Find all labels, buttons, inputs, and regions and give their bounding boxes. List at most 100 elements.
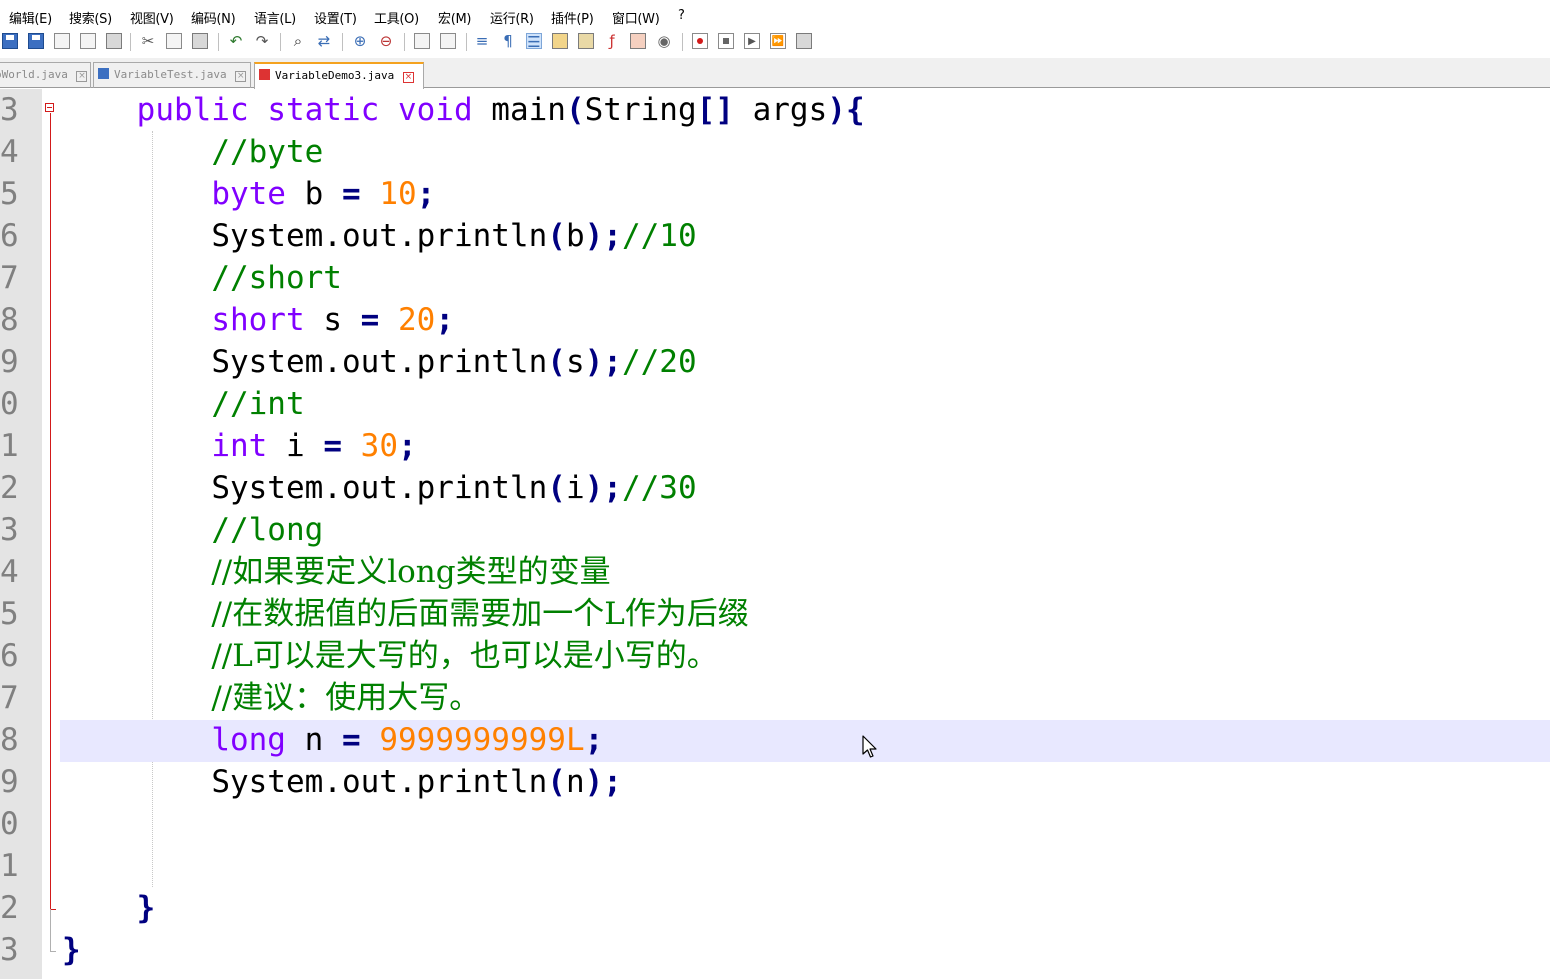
toolbar-separator: [280, 33, 281, 51]
operator: {: [845, 92, 865, 128]
run-macro-multiple-icon[interactable]: ⏩: [770, 33, 786, 49]
close-all-icon[interactable]: [80, 33, 96, 49]
operator: ;: [416, 176, 436, 212]
print-icon[interactable]: [106, 33, 122, 49]
menu-edit[interactable]: 编辑(E): [9, 8, 52, 27]
tab-helloworld[interactable]: oWorld.java ×: [0, 62, 91, 88]
line-number: 3: [0, 932, 19, 968]
code-line: //在数据值的后面需要加一个L作为后缀: [62, 593, 748, 635]
menu-window[interactable]: 窗口(W): [612, 8, 660, 27]
close-icon[interactable]: ×: [402, 72, 414, 83]
close-icon[interactable]: ×: [76, 71, 88, 82]
paste-icon[interactable]: [192, 33, 208, 49]
close-icon[interactable]: ×: [235, 71, 247, 82]
cut-icon[interactable]: ✂: [140, 33, 156, 49]
code-line: //int: [62, 383, 305, 425]
type-name: String: [584, 92, 697, 128]
sync-vertical-icon[interactable]: [414, 33, 430, 49]
closing-brace: }: [62, 932, 81, 968]
redo-icon[interactable]: ↷: [254, 33, 270, 49]
comment: //long: [211, 512, 324, 548]
comment: //short: [211, 260, 342, 296]
identifier: n: [565, 764, 585, 800]
code-line: //建议：使用大写。: [62, 677, 480, 719]
keyword: short: [211, 302, 305, 338]
save-macro-icon[interactable]: [796, 33, 812, 49]
tab-variabletest[interactable]: VariableTest.java ×: [93, 62, 251, 88]
menu-search[interactable]: 搜索(S): [69, 8, 112, 27]
save-icon[interactable]: [2, 33, 18, 49]
menu-tools[interactable]: 工具(O): [374, 8, 419, 27]
menu-encoding[interactable]: 编码(N): [191, 8, 236, 27]
fold-end-marker: [50, 951, 56, 952]
show-all-chars-icon[interactable]: ¶: [500, 33, 516, 49]
tab-bar: oWorld.java × VariableTest.java × Variab…: [0, 58, 1550, 89]
line-number: 3: [0, 512, 19, 548]
menu-run[interactable]: 运行(R): [490, 8, 534, 27]
code-line: }: [62, 887, 156, 929]
record-macro-icon[interactable]: [692, 33, 708, 49]
line-number: 1: [0, 848, 19, 884]
menu-help[interactable]: ?: [678, 8, 685, 23]
replace-icon[interactable]: ⇄: [316, 33, 332, 49]
line-number: 8: [0, 722, 19, 758]
line-number: 3: [0, 92, 19, 128]
mouse-pointer-icon: [862, 735, 877, 758]
line-number: 6: [0, 218, 19, 254]
operator: =: [323, 428, 342, 464]
operator: =: [341, 176, 361, 212]
code-editor[interactable]: 3 4 5 6 7 8 9 0 1 2 3 4 5 6 7 8 9 0 1 2 …: [0, 89, 1550, 979]
operator: (: [547, 764, 566, 800]
find-icon[interactable]: ⌕: [290, 33, 306, 49]
save-all-icon[interactable]: [28, 33, 44, 49]
operator: ): [584, 764, 604, 800]
code-line: int i = 30;: [62, 425, 416, 467]
indent-guide-icon[interactable]: ☰: [526, 33, 542, 50]
menu-macro[interactable]: 宏(M): [438, 8, 471, 27]
menu-settings[interactable]: 设置(T): [314, 8, 357, 27]
undo-icon[interactable]: ↶: [228, 33, 244, 49]
copy-icon[interactable]: [166, 33, 182, 49]
sync-horizontal-icon[interactable]: [440, 33, 456, 49]
menu-plugins[interactable]: 插件(P): [551, 8, 594, 27]
fold-line: [50, 909, 51, 951]
zoom-out-icon[interactable]: ⊖: [378, 33, 394, 49]
menu-language[interactable]: 语言(L): [254, 8, 296, 27]
line-number: 5: [0, 176, 19, 212]
menu-view[interactable]: 视图(V): [130, 8, 174, 27]
comment: //int: [211, 386, 305, 422]
code-line: short s = 20;: [62, 299, 454, 341]
line-number: 9: [0, 764, 19, 800]
operator: ): [584, 218, 604, 254]
operator: ;: [603, 344, 622, 380]
toolbar-separator: [404, 33, 405, 51]
fold-collapse-icon[interactable]: [45, 103, 54, 112]
folder-workspace-icon[interactable]: [630, 33, 646, 49]
operator: (: [565, 92, 585, 128]
identifier: n: [304, 722, 324, 758]
method-call: System.out.println: [211, 764, 548, 800]
word-wrap-icon[interactable]: ≡: [474, 33, 490, 49]
tab-variabledemo3[interactable]: VariableDemo3.java ×: [254, 62, 424, 89]
menu-bar: 编辑(E) 搜索(S) 视图(V) 编码(N) 语言(L) 设置(T) 工具(O…: [0, 0, 1550, 30]
stop-macro-icon[interactable]: [718, 33, 734, 49]
line-number: 0: [0, 806, 19, 842]
doc-map-icon[interactable]: [578, 33, 594, 49]
line-number: 2: [0, 890, 19, 926]
comment: //10: [621, 218, 697, 254]
language-icon[interactable]: [552, 33, 568, 49]
line-number: 4: [0, 554, 19, 590]
identifier: b: [304, 176, 324, 212]
monitor-icon[interactable]: ◉: [656, 33, 672, 49]
operator: ;: [603, 764, 622, 800]
function-list-icon[interactable]: ƒ: [604, 33, 620, 49]
zoom-in-icon[interactable]: ⊕: [352, 33, 368, 49]
operator: []: [696, 92, 734, 128]
play-macro-icon[interactable]: ▶: [744, 33, 760, 49]
code-line: //long: [62, 509, 323, 551]
code-line: }: [62, 929, 81, 971]
file-modified-icon: [259, 69, 270, 80]
close-file-icon[interactable]: [54, 33, 70, 49]
code-line: //short: [62, 257, 342, 299]
identifier: s: [565, 344, 585, 380]
